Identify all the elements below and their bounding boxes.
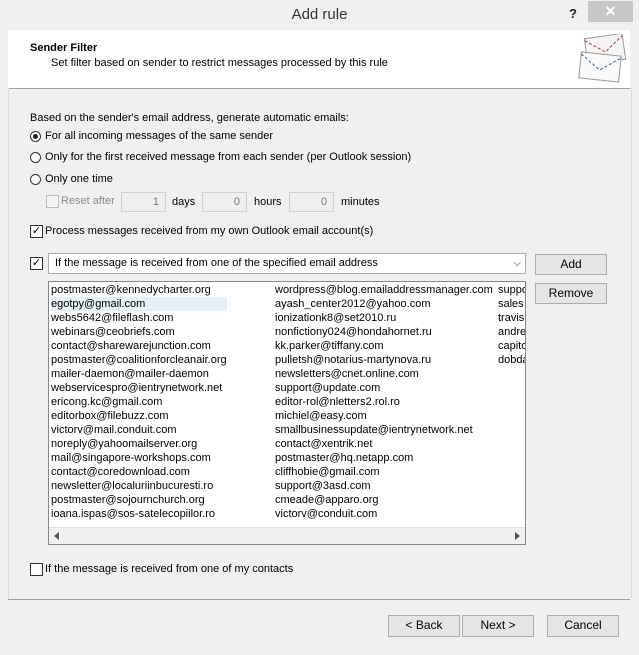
horizontal-scrollbar[interactable]: [49, 527, 525, 544]
footer-separator: [8, 599, 630, 600]
list-item[interactable]: dobda: [498, 353, 525, 367]
cancel-button[interactable]: Cancel: [547, 615, 619, 637]
list-item[interactable]: newsletter@localuriinbucuresti.ro: [51, 479, 227, 493]
radio-all-messages-label: For all incoming messages of the same se…: [45, 130, 274, 142]
list-item[interactable]: webservicespro@ientrynetwork.net: [51, 381, 227, 395]
email-column-3: suppo sales travis andre capito dobda: [498, 283, 525, 367]
next-button-label: Next >: [480, 618, 516, 632]
list-item[interactable]: pulletsh@notarius-martynova.ru: [275, 353, 493, 367]
add-button[interactable]: Add: [535, 254, 607, 275]
list-item[interactable]: cliffhobie@gmail.com: [275, 465, 493, 479]
header-panel: Sender Filter Set filter based on sender…: [8, 30, 630, 89]
filter-type-dropdown[interactable]: If the message is received from one of t…: [48, 253, 526, 274]
list-item[interactable]: editor-rol@nletters2.rol.ro: [275, 395, 493, 409]
list-item[interactable]: wordpress@blog.emailaddressmanager.com: [275, 283, 493, 297]
envelopes-icon: [578, 34, 627, 83]
minutes-label: minutes: [341, 196, 380, 208]
help-button[interactable]: ?: [562, 4, 584, 24]
hours-label: hours: [254, 196, 282, 208]
list-item[interactable]: ayash_center2012@yahoo.com: [275, 297, 493, 311]
scroll-right-icon[interactable]: [513, 532, 521, 540]
chevron-down-icon: ⌵: [513, 258, 521, 269]
list-item[interactable]: ioana.ispas@sos-satelecopiilor.ro: [51, 507, 227, 521]
process-own-label: Process messages received from my own Ou…: [45, 225, 374, 237]
list-item[interactable]: noreply@yahoomailserver.org: [51, 437, 227, 451]
list-item[interactable]: andre: [498, 325, 525, 339]
radio-first-message[interactable]: [30, 152, 41, 163]
process-own-checkbox[interactable]: ✓: [30, 225, 43, 238]
radio-first-message-label: Only for the first received message from…: [45, 151, 412, 163]
list-item[interactable]: sales: [498, 297, 525, 311]
list-item[interactable]: ionizationk8@set2010.ru: [275, 311, 493, 325]
back-button[interactable]: < Back: [388, 615, 460, 637]
next-button[interactable]: Next >: [462, 615, 534, 637]
list-item[interactable]: contact@xentrik.net: [275, 437, 493, 451]
days-label: days: [172, 196, 196, 208]
list-item[interactable]: travis: [498, 311, 525, 325]
list-item[interactable]: suppo: [498, 283, 525, 297]
hours-input[interactable]: 0: [202, 192, 247, 212]
list-item[interactable]: capito: [498, 339, 525, 353]
window-title: Add rule: [291, 6, 348, 23]
list-item[interactable]: support@3asd.com: [275, 479, 493, 493]
email-column-2: wordpress@blog.emailaddressmanager.com ay…: [275, 283, 493, 521]
list-item[interactable]: webs5642@fileflash.com: [51, 311, 227, 325]
reset-after-label: Reset after: [61, 195, 115, 207]
list-item[interactable]: postmaster@sojournchurch.org: [51, 493, 227, 507]
list-item[interactable]: support@update.com: [275, 381, 493, 395]
list-item[interactable]: kk.parker@tiffany.com: [275, 339, 493, 353]
list-item[interactable]: smallbusinessupdate@ientrynetwork.net: [275, 423, 493, 437]
list-item[interactable]: newsletters@cnet.online.com: [275, 367, 493, 381]
reset-after-checkbox[interactable]: [46, 195, 59, 208]
list-item[interactable]: nonfictiony024@hondahornet.ru: [275, 325, 493, 339]
cancel-button-label: Cancel: [564, 618, 602, 632]
list-item[interactable]: cmeade@apparo.org: [275, 493, 493, 507]
close-button[interactable]: ✕: [588, 1, 633, 22]
email-address-list[interactable]: postmaster@kennedycharter.org egotpy@gmai…: [48, 281, 526, 545]
remove-button[interactable]: Remove: [535, 283, 607, 304]
list-item[interactable]: postmaster@kennedycharter.org: [51, 283, 227, 297]
filter-type-selected: If the message is received from one of t…: [55, 257, 378, 269]
radio-one-time[interactable]: [30, 174, 41, 185]
list-item[interactable]: mailer-daemon@mailer-daemon: [51, 367, 227, 381]
list-item[interactable]: webinars@ceobriefs.com: [51, 325, 227, 339]
intro-label: Based on the sender's email address, gen…: [30, 112, 349, 124]
list-item[interactable]: victorv@mail.conduit.com: [51, 423, 227, 437]
list-item[interactable]: contact@coredownload.com: [51, 465, 227, 479]
radio-all-messages[interactable]: [30, 131, 41, 142]
list-item[interactable]: egotpy@gmail.com: [51, 297, 227, 311]
scroll-left-icon[interactable]: [53, 532, 61, 540]
header-title: Sender Filter: [30, 42, 98, 54]
list-item[interactable]: victorv@conduit.com: [275, 507, 493, 521]
email-column-1: postmaster@kennedycharter.org egotpy@gmai…: [51, 283, 227, 521]
list-item[interactable]: mail@singapore-workshops.com: [51, 451, 227, 465]
header-subtitle: Set filter based on sender to restrict m…: [51, 57, 388, 69]
back-button-label: < Back: [405, 618, 443, 632]
list-item[interactable]: contact@sharewarejunction.com: [51, 339, 227, 353]
list-item[interactable]: postmaster@coalitionforcleanair.org: [51, 353, 227, 367]
contacts-label: If the message is received from one of m…: [45, 563, 294, 575]
days-input[interactable]: 1: [121, 192, 166, 212]
specified-address-checkbox[interactable]: ✓: [30, 257, 43, 270]
list-item[interactable]: michiel@easy.com: [275, 409, 493, 423]
contacts-checkbox[interactable]: [30, 563, 43, 576]
minutes-input[interactable]: 0: [289, 192, 334, 212]
list-item[interactable]: postmaster@hq.netapp.com: [275, 451, 493, 465]
list-item[interactable]: editorbox@filebuzz.com: [51, 409, 227, 423]
radio-one-time-label: Only one time: [45, 173, 113, 185]
list-item[interactable]: ericong.kc@gmail.com: [51, 395, 227, 409]
